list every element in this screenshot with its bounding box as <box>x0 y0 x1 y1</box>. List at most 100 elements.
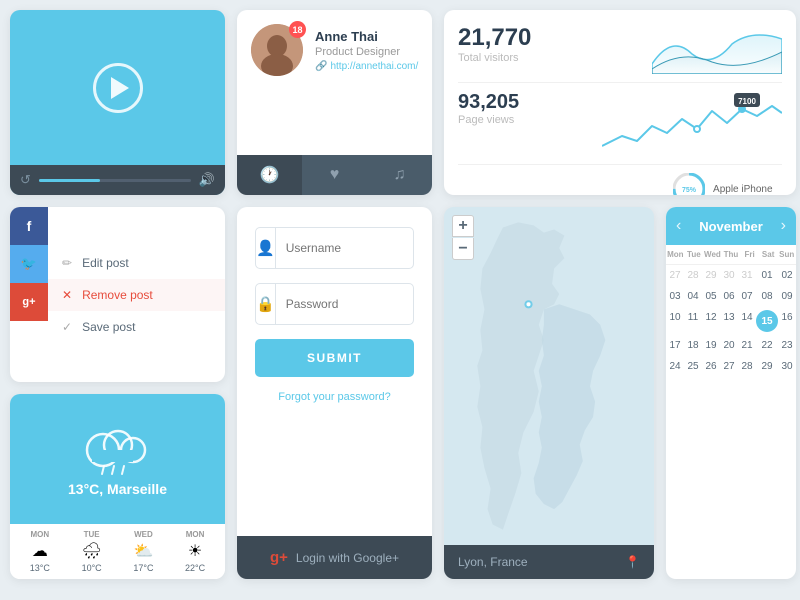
submit-button[interactable]: SUBMIT <box>255 339 414 377</box>
weather-forecast: MON ☁ 13°C TUE 🌧 10°C WED ⛅ 17°C MON ☀ 2… <box>10 524 225 579</box>
calendar-cell[interactable]: 27 <box>720 356 738 377</box>
profile-role: Product Designer <box>315 46 418 58</box>
calendar-cell[interactable]: 25 <box>684 356 702 377</box>
repeat-icon[interactable]: ↺ <box>20 172 31 188</box>
facebook-button[interactable]: f <box>10 207 48 245</box>
progress-fill <box>39 179 100 182</box>
forecast-day-2: WED <box>134 530 153 539</box>
twitter-button[interactable]: 🐦 <box>10 245 48 283</box>
video-card: ↺ 🔊 <box>10 10 225 195</box>
profile-tabs: 🕐 ♥ ♫ <box>237 155 432 195</box>
prev-month-button[interactable]: ‹ <box>676 217 681 235</box>
stats-card: 21,770 Total visitors <box>444 10 796 195</box>
calendar-cell[interactable]: 21 <box>738 335 756 356</box>
next-month-button[interactable]: › <box>781 217 786 235</box>
weather-card: 13°C, Marseille MON ☁ 13°C TUE 🌧 10°C WE… <box>10 394 225 579</box>
profile-card: 18 Anne Thai Product Designer 🔗 http://a… <box>237 10 432 195</box>
day-label-sun: Sun <box>777 245 796 264</box>
calendar-cell[interactable]: 06 <box>720 286 738 307</box>
password-input[interactable] <box>276 289 414 319</box>
forecast-icon-2: ⛅ <box>133 541 153 561</box>
weather-temp: 13°C, Marseille <box>68 481 167 497</box>
notification-badge: 18 <box>289 21 306 38</box>
calendar-cell[interactable]: 17 <box>666 335 684 356</box>
tab-clock[interactable]: 🕐 <box>237 155 302 195</box>
forecast-temp-3: 22°C <box>185 563 205 573</box>
google-plus-button[interactable]: g+ <box>10 283 48 321</box>
menu-item-edit[interactable]: ✏ Edit post <box>48 247 225 279</box>
map-controls: + − <box>452 215 474 260</box>
visitors-label: Total visitors <box>458 52 531 64</box>
map-card: + − Lyon, France 📍 <box>444 207 654 579</box>
calendar-cell[interactable]: 24 <box>666 356 684 377</box>
calendar-cell[interactable]: 02 <box>778 265 796 286</box>
calendar-cell[interactable]: 13 <box>720 307 738 335</box>
calendar-cell[interactable]: 11 <box>684 307 702 335</box>
zoom-in-button[interactable]: + <box>452 215 474 237</box>
calendar-cell[interactable]: 16 <box>778 307 796 335</box>
tab-music[interactable]: ♫ <box>367 155 432 195</box>
day-label-thu: Thu <box>722 245 741 264</box>
calendar-cell[interactable]: 08 <box>756 286 778 307</box>
calendar-cell[interactable]: 09 <box>778 286 796 307</box>
forecast-3: MON ☀ 22°C <box>185 530 205 573</box>
google-login[interactable]: g+ Login with Google+ <box>237 536 432 579</box>
forecast-temp-2: 17°C <box>133 563 153 573</box>
pageviews-count: 93,205 <box>458 91 519 114</box>
calendar-cell[interactable]: 20 <box>720 335 738 356</box>
play-button[interactable] <box>93 63 143 113</box>
weather-main: 13°C, Marseille <box>10 394 225 524</box>
google-plus-icon: g+ <box>270 549 288 566</box>
forgot-password-link[interactable]: Forgot your password? <box>255 391 414 403</box>
zoom-out-button[interactable]: − <box>452 238 474 260</box>
profile-info: Anne Thai Product Designer 🔗 http://anne… <box>315 29 418 72</box>
menu-item-remove[interactable]: ✕ Remove post <box>48 279 225 311</box>
forecast-day-1: TUE <box>84 530 100 539</box>
calendar-cell[interactable]: 29 <box>756 356 778 377</box>
map-footer: Lyon, France 📍 <box>444 545 654 579</box>
calendar-cell[interactable]: 12 <box>702 307 720 335</box>
tab-heart[interactable]: ♥ <box>302 155 367 195</box>
calendar-cell[interactable]: 29 <box>702 265 720 286</box>
apple-label: Apple iPhone <box>713 184 773 195</box>
remove-label: Remove post <box>82 288 153 302</box>
calendar-cell[interactable]: 23 <box>778 335 796 356</box>
remove-icon: ✕ <box>62 288 72 302</box>
lock-icon: 🔒 <box>256 284 276 324</box>
day-label-wed: Wed <box>703 245 722 264</box>
calendar-cell[interactable]: 28 <box>684 265 702 286</box>
calendar-cell[interactable]: 28 <box>738 356 756 377</box>
forecast-icon-3: ☀ <box>188 541 202 561</box>
username-input[interactable] <box>276 233 414 263</box>
calendar-cell[interactable]: 27 <box>666 265 684 286</box>
calendar-cell[interactable]: 15 <box>756 307 778 335</box>
calendar-cell[interactable]: 05 <box>702 286 720 307</box>
calendar-cell[interactable]: 31 <box>738 265 756 286</box>
calendar-cell[interactable]: 14 <box>738 307 756 335</box>
calendar-cell[interactable]: 19 <box>702 335 720 356</box>
wave-chart <box>652 24 782 74</box>
progress-bar[interactable] <box>39 179 191 182</box>
calendar-cell[interactable]: 30 <box>720 265 738 286</box>
profile-link[interactable]: 🔗 http://annethai.com/ <box>315 61 418 72</box>
calendar-cell[interactable]: 07 <box>738 286 756 307</box>
volume-icon[interactable]: 🔊 <box>199 172 215 188</box>
menu-item-save[interactable]: ✓ Save post <box>48 311 225 343</box>
forecast-temp-1: 10°C <box>82 563 102 573</box>
forecast-temp-0: 13°C <box>30 563 50 573</box>
calendar-cell[interactable]: 04 <box>684 286 702 307</box>
video-controls: ↺ 🔊 <box>10 165 225 195</box>
forecast-1: TUE 🌧 10°C <box>81 530 101 573</box>
pageviews-label: Page views <box>458 114 519 126</box>
calendar-cell[interactable]: 01 <box>756 265 778 286</box>
video-main <box>10 10 225 165</box>
day-label-fri: Fri <box>740 245 759 264</box>
forecast-2: WED ⛅ 17°C <box>133 530 153 573</box>
calendar-cell[interactable]: 10 <box>666 307 684 335</box>
calendar-cell[interactable]: 18 <box>684 335 702 356</box>
calendar-cell[interactable]: 26 <box>702 356 720 377</box>
calendar-cell[interactable]: 03 <box>666 286 684 307</box>
visitors-section: 21,770 Total visitors <box>458 24 782 74</box>
calendar-cell[interactable]: 30 <box>778 356 796 377</box>
calendar-cell[interactable]: 22 <box>756 335 778 356</box>
